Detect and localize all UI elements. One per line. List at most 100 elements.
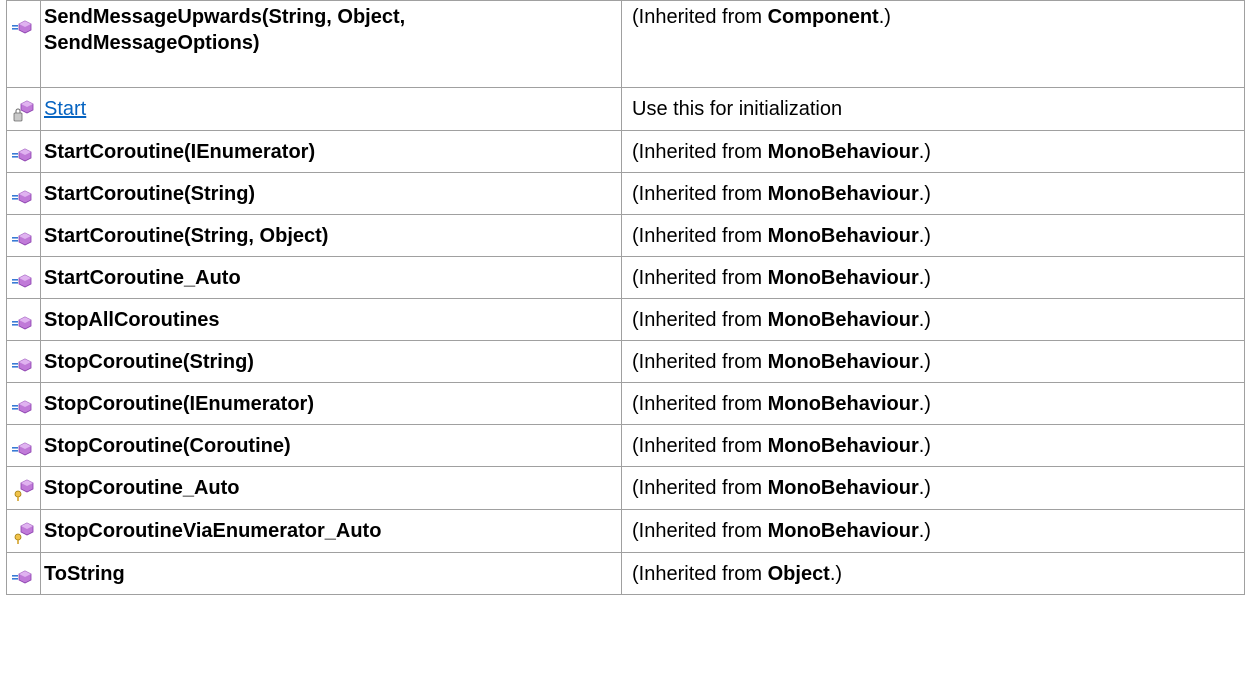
- member-name: StartCoroutine(IEnumerator): [44, 140, 316, 163]
- member-name-cell: StopCoroutine(Coroutine): [40, 424, 622, 467]
- inherited-suffix: .): [918, 434, 931, 457]
- row-icon-cell: [6, 0, 41, 88]
- table-row: Start Use this for initialization: [6, 87, 1245, 131]
- table-row: StartCoroutine_Auto (Inherited from MonoB…: [6, 256, 1245, 299]
- member-name-cell: StopCoroutine(String): [40, 340, 622, 383]
- inherited-class-name: MonoBehaviour: [767, 392, 919, 415]
- member-description-cell: (Inherited from Component.): [621, 0, 1245, 88]
- table-row: StopCoroutine_Auto (Inherited from MonoBe…: [6, 466, 1245, 510]
- member-name-cell: StartCoroutine(String, Object): [40, 214, 622, 257]
- inherited-class-name: MonoBehaviour: [767, 434, 919, 457]
- table-row: StopCoroutine(IEnumerator) (Inherited fro…: [6, 382, 1245, 425]
- member-description-cell: (Inherited from MonoBehaviour.): [621, 256, 1245, 299]
- public-method-icon: [11, 268, 37, 297]
- inherited-suffix: .): [829, 562, 843, 585]
- member-name: ToString: [44, 562, 125, 585]
- inherited-class-name: MonoBehaviour: [767, 182, 919, 205]
- public-method-icon: [11, 226, 37, 255]
- member-description-cell: (Inherited from MonoBehaviour.): [621, 172, 1245, 215]
- inherited-suffix: .): [918, 308, 931, 331]
- public-method-icon: [11, 184, 37, 213]
- inherited-class-name: Component: [767, 6, 879, 28]
- inherited-class-name: MonoBehaviour: [767, 477, 919, 499]
- row-icon-cell: [6, 424, 41, 467]
- member-description-cell: (Inherited from MonoBehaviour.): [621, 466, 1245, 510]
- inherited-class-name: MonoBehaviour: [767, 224, 919, 247]
- inherited-prefix: (Inherited from: [632, 266, 768, 289]
- inherited-class-name: MonoBehaviour: [767, 520, 919, 542]
- inherited-suffix: .): [918, 224, 931, 247]
- row-icon-cell: [6, 466, 41, 510]
- member-name: SendMessageUpwards(String, Object, SendM…: [44, 6, 406, 54]
- member-name-cell: StopCoroutine(IEnumerator): [40, 382, 622, 425]
- public-method-icon: [11, 14, 37, 43]
- inherited-suffix: .): [878, 6, 891, 28]
- member-description: Use this for initialization: [632, 98, 843, 120]
- inherited-prefix: (Inherited from: [632, 308, 768, 331]
- member-description-cell: (Inherited from MonoBehaviour.): [621, 130, 1245, 173]
- public-method-icon: [11, 142, 37, 171]
- member-description-cell: (Inherited from Object.): [621, 552, 1245, 595]
- inherited-prefix: (Inherited from: [632, 224, 768, 247]
- row-icon-cell: [6, 130, 41, 173]
- inherited-prefix: (Inherited from: [632, 6, 768, 28]
- member-name: StopCoroutine(Coroutine): [44, 434, 291, 457]
- internal-method-icon: [11, 521, 37, 552]
- member-name-cell: ToString: [40, 552, 622, 595]
- member-name: StartCoroutine_Auto: [44, 266, 241, 289]
- inherited-suffix: .): [918, 182, 931, 205]
- member-name: StartCoroutine(String, Object): [44, 224, 329, 247]
- table-row: StopCoroutine(Coroutine) (Inherited from …: [6, 424, 1245, 467]
- inherited-class-name: MonoBehaviour: [767, 308, 919, 331]
- table-row: StartCoroutine(String, Object) (Inherited…: [6, 214, 1245, 257]
- row-icon-cell: [6, 509, 41, 553]
- member-description-cell: (Inherited from MonoBehaviour.): [621, 298, 1245, 341]
- member-name-cell: StopCoroutineViaEnumerator_Auto: [40, 509, 622, 553]
- member-name-cell: StopCoroutine_Auto: [40, 466, 622, 510]
- table-row: StartCoroutine(String) (Inherited from Mo…: [6, 172, 1245, 215]
- row-icon-cell: [6, 298, 41, 341]
- table-row: StopAllCoroutines (Inherited from MonoBeh…: [6, 298, 1245, 341]
- table-row: StopCoroutine(String) (Inherited from Mon…: [6, 340, 1245, 383]
- members-table: SendMessageUpwards(String, Object, SendM…: [6, 0, 1245, 595]
- inherited-suffix: .): [918, 477, 931, 499]
- public-method-icon: [11, 564, 37, 593]
- member-description-cell: (Inherited from MonoBehaviour.): [621, 340, 1245, 383]
- member-description-cell: Use this for initialization: [621, 87, 1245, 131]
- member-name-cell: Start: [40, 87, 622, 131]
- member-name-cell: StartCoroutine_Auto: [40, 256, 622, 299]
- member-description-cell: (Inherited from MonoBehaviour.): [621, 424, 1245, 467]
- member-name-cell: SendMessageUpwards(String, Object, SendM…: [40, 0, 622, 88]
- inherited-class-name: MonoBehaviour: [767, 140, 919, 163]
- member-name-cell: StartCoroutine(IEnumerator): [40, 130, 622, 173]
- member-name-cell: StartCoroutine(String): [40, 172, 622, 215]
- row-icon-cell: [6, 382, 41, 425]
- member-name: StopCoroutine(IEnumerator): [44, 392, 314, 415]
- member-name: StopAllCoroutines: [44, 308, 220, 331]
- internal-method-icon: [11, 478, 37, 509]
- member-link-start[interactable]: Start: [44, 98, 86, 120]
- member-name: StopCoroutine(String): [44, 350, 254, 373]
- public-method-icon: [11, 352, 37, 381]
- row-icon-cell: [6, 552, 41, 595]
- protected-method-icon: [11, 99, 37, 130]
- inherited-prefix: (Inherited from: [632, 562, 768, 585]
- inherited-suffix: .): [918, 266, 931, 289]
- inherited-suffix: .): [918, 350, 931, 373]
- inherited-class-name: Object: [767, 562, 830, 585]
- table-row: SendMessageUpwards(String, Object, SendM…: [6, 0, 1245, 88]
- inherited-prefix: (Inherited from: [632, 350, 768, 373]
- inherited-prefix: (Inherited from: [632, 477, 768, 499]
- inherited-prefix: (Inherited from: [632, 392, 768, 415]
- table-row: ToString (Inherited from Object.): [6, 552, 1245, 595]
- member-name: StopCoroutineViaEnumerator_Auto: [44, 520, 382, 542]
- inherited-prefix: (Inherited from: [632, 520, 768, 542]
- row-icon-cell: [6, 214, 41, 257]
- inherited-prefix: (Inherited from: [632, 140, 768, 163]
- member-name-cell: StopAllCoroutines: [40, 298, 622, 341]
- row-icon-cell: [6, 340, 41, 383]
- public-method-icon: [11, 394, 37, 423]
- member-description-cell: (Inherited from MonoBehaviour.): [621, 509, 1245, 553]
- inherited-suffix: .): [918, 392, 931, 415]
- inherited-suffix: .): [918, 520, 931, 542]
